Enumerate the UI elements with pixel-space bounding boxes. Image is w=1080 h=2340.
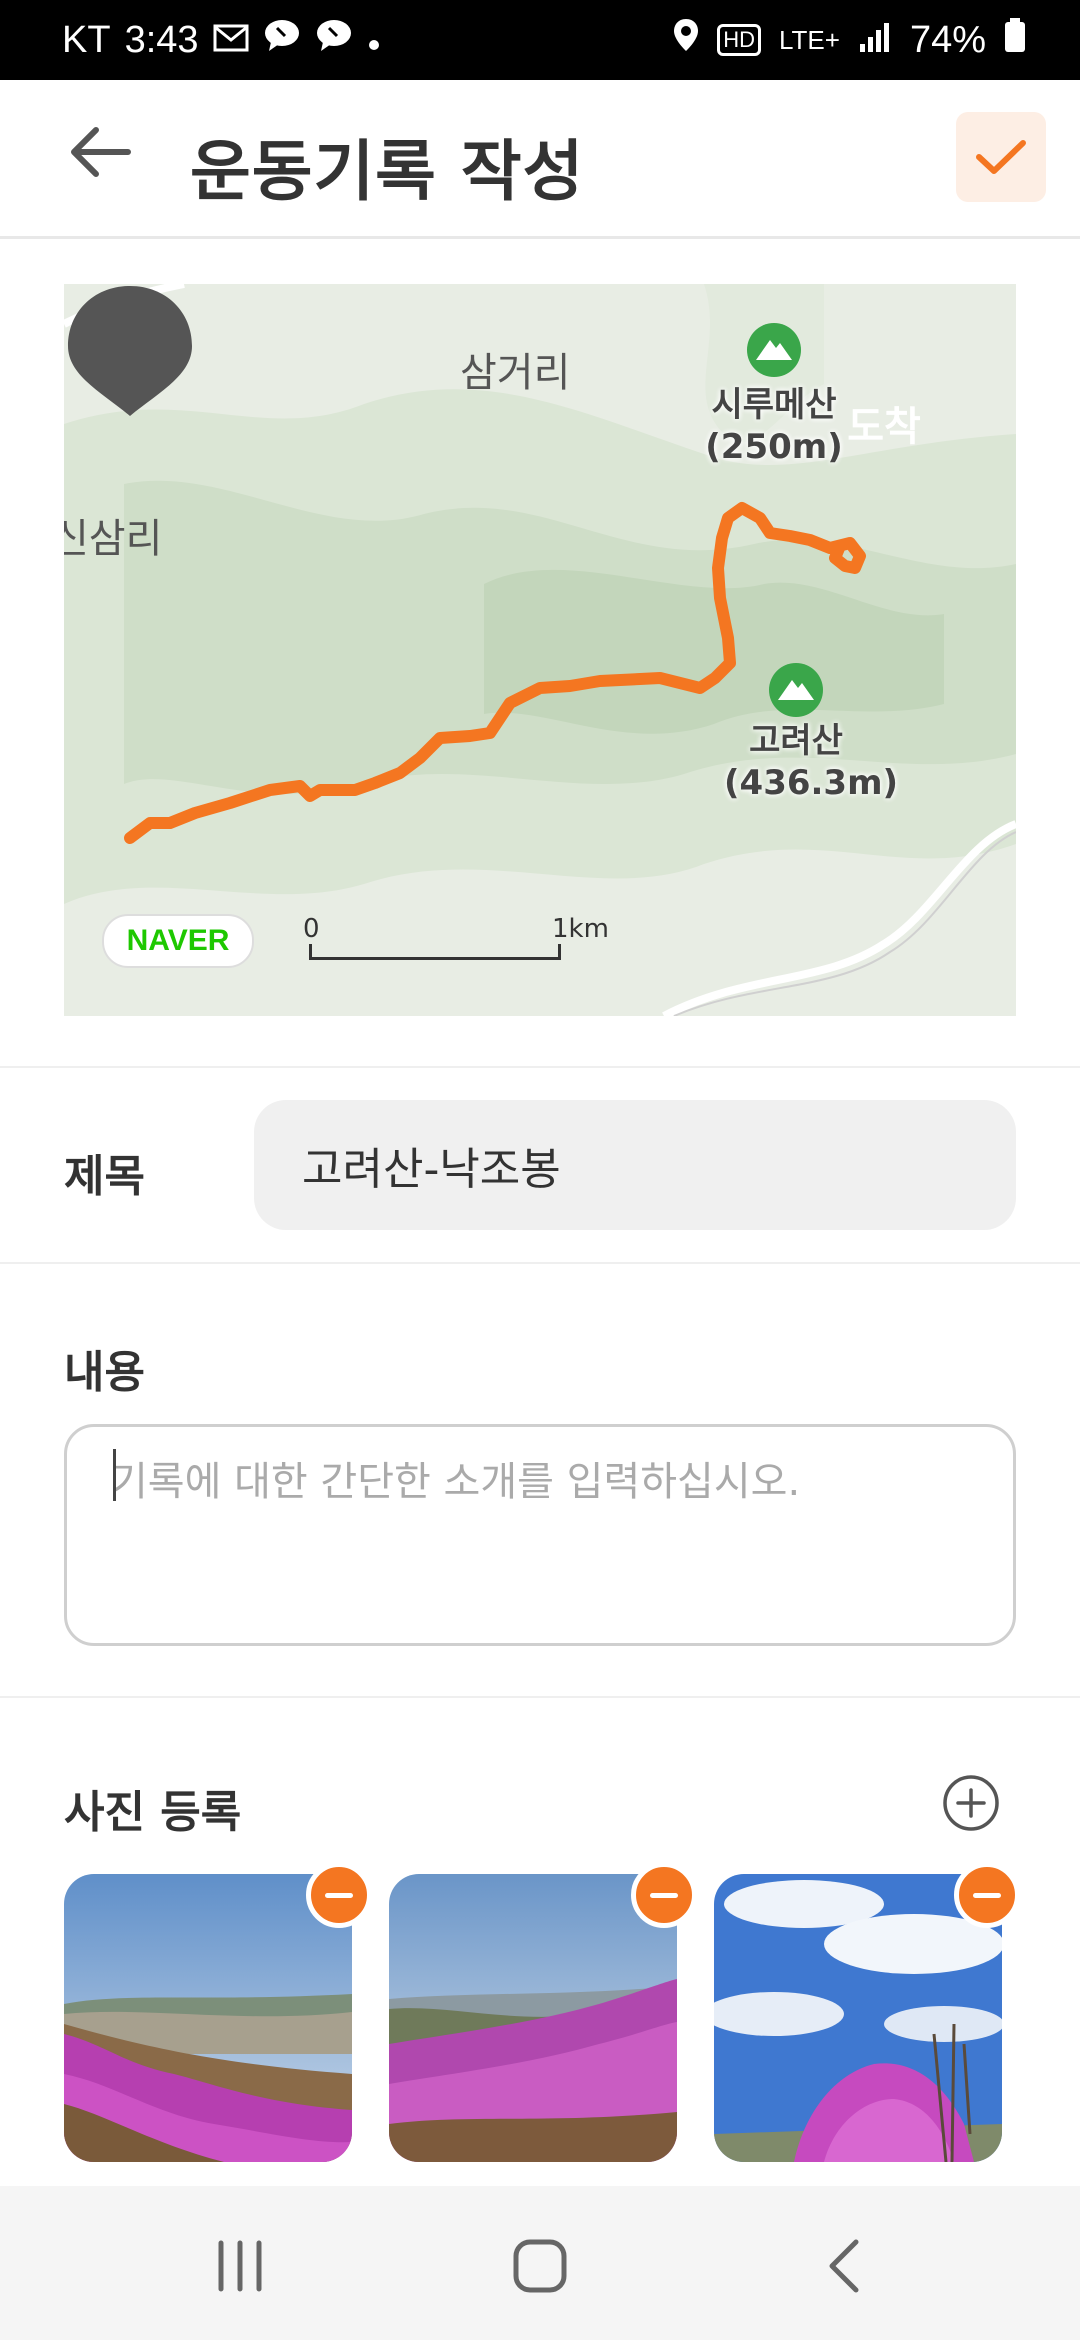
title-input-value: 고려산-낙조봉	[302, 1144, 561, 1195]
divider	[0, 1066, 1080, 1068]
system-nav-bar	[0, 2186, 1080, 2340]
chat-bubble-icon	[315, 18, 353, 62]
photo-section-label: 사진 등록	[64, 1787, 242, 1838]
arrival-label: 도착	[847, 404, 921, 450]
title-input[interactable]: 고려산-낙조봉	[254, 1100, 1016, 1230]
divider	[0, 1696, 1080, 1698]
signal-icon	[858, 19, 892, 62]
route-map[interactable]: 삼거리 신삼리 시루메산 (250m) 고려산 (436.3m) 도착 NAVE…	[64, 284, 1016, 1016]
battery-icon	[1004, 18, 1026, 62]
scale-bar	[309, 944, 561, 960]
back-arrow-icon	[71, 127, 131, 177]
photo-thumbnail[interactable]	[64, 1874, 352, 2162]
peak-name: 고려산	[749, 721, 843, 761]
back-button[interactable]	[66, 122, 156, 194]
remove-photo-button[interactable]	[631, 1862, 697, 1928]
divider	[0, 1262, 1080, 1264]
photo-image	[389, 1874, 677, 2162]
system-back-button[interactable]	[794, 2226, 894, 2306]
add-circle-icon	[943, 1775, 999, 1831]
minus-icon	[973, 1892, 1001, 1898]
checkmark-icon	[976, 140, 1026, 174]
photo-image	[714, 1874, 1002, 2162]
clock-text: 3:43	[124, 18, 199, 61]
battery-percent-text: 74%	[909, 18, 986, 61]
hd-voice-icon: HD	[717, 24, 761, 56]
photo-thumbnail[interactable]	[714, 1874, 1002, 2162]
scale-end-label: 1km	[552, 914, 609, 944]
save-button[interactable]	[956, 112, 1046, 202]
remove-photo-button[interactable]	[306, 1862, 372, 1928]
minus-icon	[325, 1892, 353, 1898]
arrival-pin-icon	[68, 286, 192, 416]
photo-thumbnail[interactable]	[389, 1874, 677, 2162]
mountain-icon	[769, 663, 823, 717]
location-icon	[673, 18, 699, 62]
app-header: 운동기록 작성	[0, 80, 1080, 239]
page-title: 운동기록 작성	[190, 133, 585, 210]
content-label: 내용	[64, 1347, 145, 1398]
mail-icon	[213, 19, 249, 62]
remove-photo-button[interactable]	[954, 1862, 1020, 1928]
scale-start-label: 0	[303, 914, 320, 944]
home-icon	[513, 2239, 567, 2293]
status-bar: KT 3:43 HD LTE+ 74%	[0, 0, 1080, 80]
chevron-left-icon	[829, 2239, 859, 2293]
content-textarea[interactable]	[109, 1447, 973, 1621]
place-label: 신삼리	[64, 516, 163, 562]
title-label: 제목	[64, 1151, 145, 1202]
add-photo-button[interactable]	[942, 1774, 1000, 1832]
mountain-icon	[747, 323, 801, 377]
chat-bubble-icon	[263, 18, 301, 62]
minus-icon	[650, 1892, 678, 1898]
naver-logo: NAVER	[102, 914, 254, 968]
content-field[interactable]	[64, 1424, 1016, 1646]
carrier-text: KT	[62, 18, 111, 61]
photo-image	[64, 1874, 352, 2162]
place-label: 삼거리	[460, 350, 571, 396]
recent-apps-button[interactable]	[190, 2226, 290, 2306]
network-type-text: LTE+	[779, 24, 840, 55]
peak-label: 고려산 (436.3m)	[724, 720, 899, 804]
dot-icon	[367, 19, 381, 62]
recent-apps-icon	[218, 2240, 262, 2292]
home-button[interactable]	[490, 2226, 590, 2306]
text-cursor	[113, 1449, 116, 1501]
peak-elevation: (436.3m)	[724, 763, 899, 803]
